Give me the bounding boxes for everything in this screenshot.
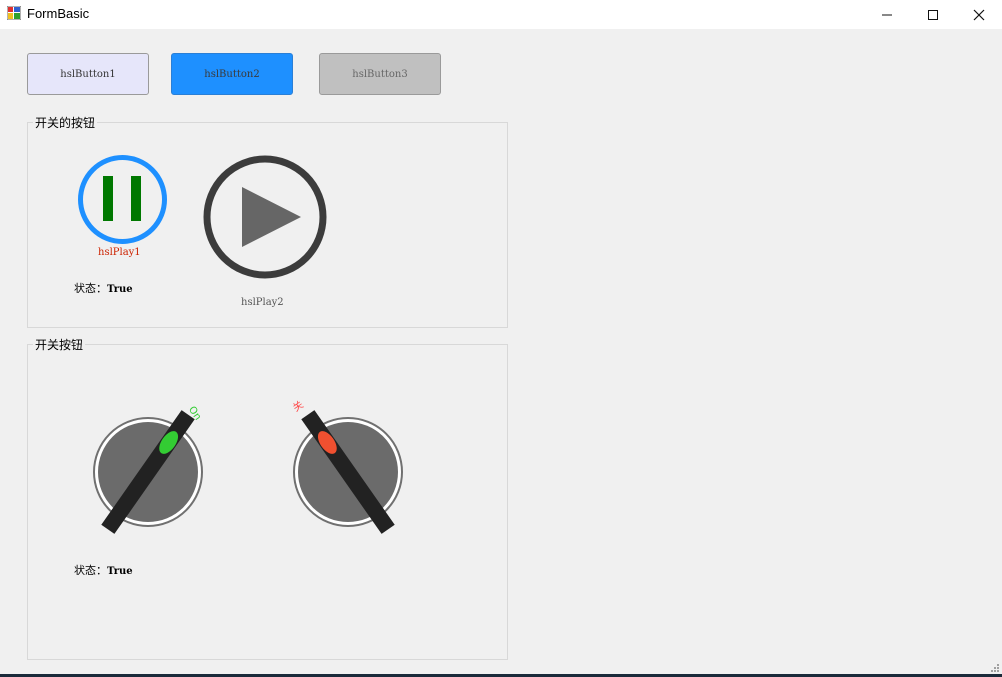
group-title-play: 开关的按钮 (33, 114, 98, 131)
play1-ring (78, 155, 167, 244)
play-status-value: True (107, 284, 133, 295)
group-title-switch: 开关按钮 (33, 336, 86, 353)
hsl-switch-1[interactable]: On (90, 398, 220, 538)
hsl-play-2[interactable] (202, 155, 329, 282)
play-icon (242, 187, 301, 247)
switch-status-value: True (107, 566, 133, 577)
switch2-caption: 关 (290, 398, 306, 414)
hsl-play-1[interactable] (77, 154, 169, 246)
maximize-icon (928, 9, 938, 20)
app-icon (7, 6, 21, 20)
hsl-switch-2[interactable]: 关 (288, 398, 418, 538)
pause-icon (103, 176, 141, 221)
maximize-button[interactable] (910, 0, 956, 29)
title-bar: FormBasic (0, 0, 1002, 29)
hsl-button-1[interactable]: hslButton1 (27, 53, 149, 95)
window-title: FormBasic (27, 6, 90, 21)
switch-status-prefix: 状态： (74, 564, 107, 577)
minimize-icon (882, 14, 892, 15)
play-status-prefix: 状态： (74, 282, 107, 295)
close-button[interactable] (956, 0, 1002, 29)
minimize-button[interactable] (864, 0, 910, 29)
play2-label: hslPlay2 (241, 297, 284, 308)
close-icon (973, 9, 985, 20)
resize-grip-icon[interactable] (990, 663, 1000, 673)
play1-label: hslPlay1 (98, 247, 141, 258)
hsl-button-2[interactable]: hslButton2 (171, 53, 293, 95)
switch-status: 状态：True (74, 562, 133, 578)
play-status: 状态：True (74, 280, 133, 296)
hsl-button-3[interactable]: hslButton3 (319, 53, 441, 95)
